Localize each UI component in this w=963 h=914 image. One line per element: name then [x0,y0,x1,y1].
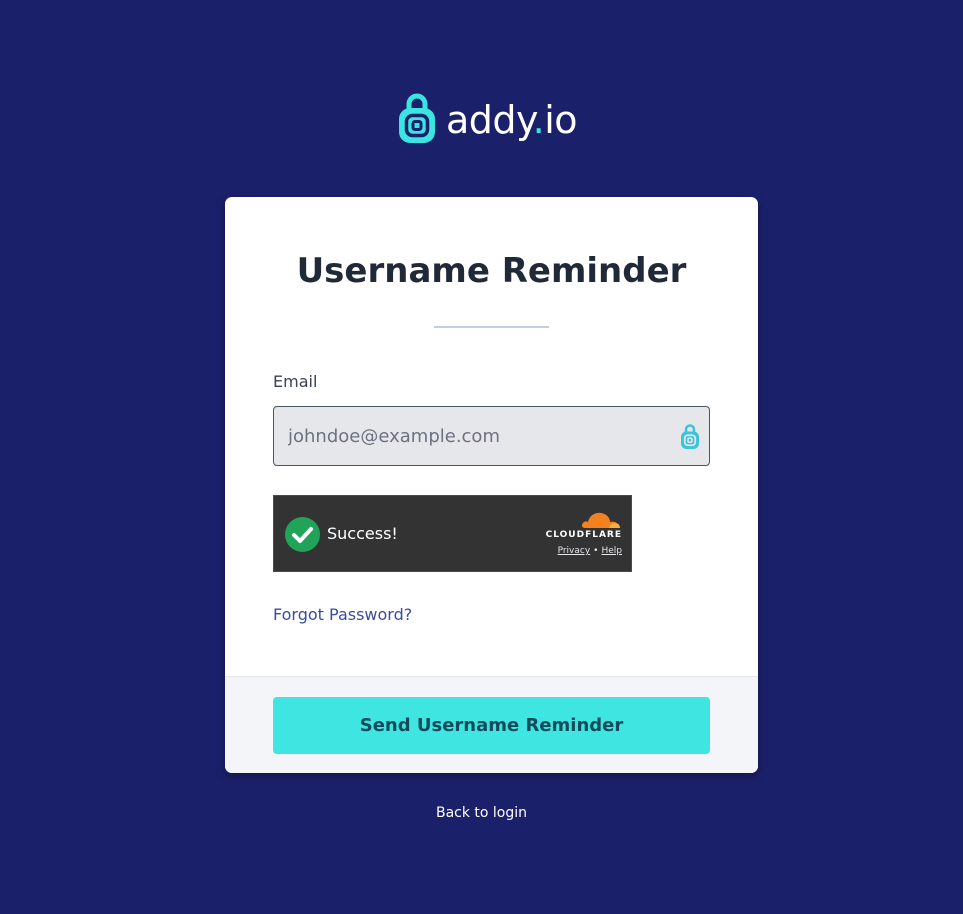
cloudflare-cloud-icon [581,512,620,528]
email-field-wrapper [273,406,710,466]
back-to-login-link[interactable]: Back to login [0,805,963,821]
addy-lock-at-icon [399,93,435,143]
brand-name-tld: io [544,98,578,142]
brand-name: addy.io [446,98,578,142]
captcha-help-link[interactable]: Help [601,546,622,556]
page-title: Username Reminder [296,251,687,291]
cloudflare-wordmark: CLOUDFLARE [545,530,622,540]
brand-name-main: addy [446,98,533,142]
title-divider [434,326,549,328]
captcha-link-separator: • [593,546,599,556]
captcha-widget[interactable]: Success! CLOUDFLARE Privacy • Help [273,495,632,572]
addy-logo: addy.io [397,92,578,146]
addy-lock-at-icon [681,424,699,449]
username-reminder-card: Username Reminder Email Success! CLOUDFL… [225,197,758,773]
brand-name-dot: . [532,98,545,142]
forgot-password-link[interactable]: Forgot Password? [273,605,412,624]
check-circle-icon [285,517,320,552]
email-field[interactable] [273,406,710,466]
captcha-status: Success! [327,524,398,543]
card-footer: Send Username Reminder [225,676,758,773]
captcha-links: Privacy • Help [558,546,622,556]
send-username-reminder-button[interactable]: Send Username Reminder [273,697,710,754]
captcha-privacy-link[interactable]: Privacy [558,546,591,556]
email-label: Email [273,372,318,391]
